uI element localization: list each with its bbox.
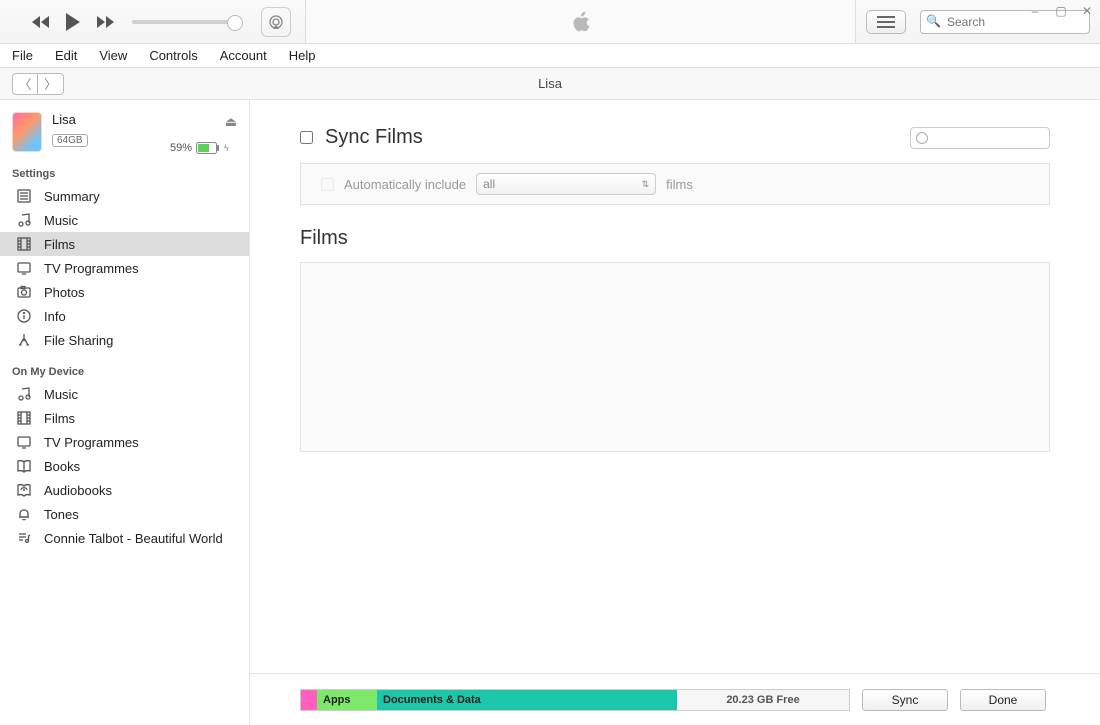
- window-close[interactable]: ✕: [1080, 4, 1094, 18]
- storage-seg-apps: Apps: [317, 690, 377, 710]
- book-icon: [16, 458, 32, 474]
- tv-icon: [16, 434, 32, 450]
- sidebar-item-label: File Sharing: [44, 333, 113, 348]
- auto-include-pre: Automatically include: [344, 177, 466, 192]
- storage-seg-other: [301, 690, 317, 710]
- films-list-box: [300, 262, 1050, 452]
- sidebar-item-label: Films: [44, 237, 75, 252]
- sidebar-item-label: Films: [44, 411, 75, 426]
- playlist-icon: [16, 530, 32, 546]
- sidebar-item-label: Summary: [44, 189, 100, 204]
- menu-edit[interactable]: Edit: [51, 46, 81, 65]
- sidebar-item-label: TV Programmes: [44, 261, 139, 276]
- sidebar-item-label: Connie Talbot - Beautiful World: [44, 531, 223, 546]
- main-pane: Sync Films Automatically include all ⇅ f…: [250, 100, 1100, 725]
- storage-seg-docs: Documents & Data: [377, 690, 677, 710]
- player-toolbar: 🔍 – ▢ ✕: [0, 0, 1100, 44]
- audiobook-icon: [16, 482, 32, 498]
- films-icon: [16, 236, 32, 252]
- nav-bar: 〈 〉 Lisa: [0, 68, 1100, 100]
- sidebar-settings-item-info[interactable]: Info: [0, 304, 249, 328]
- menu-controls[interactable]: Controls: [145, 46, 201, 65]
- sidebar: Lisa 64GB ⏏ 59% ϟ Settings Summary Music F…: [0, 100, 250, 725]
- next-button[interactable]: [94, 11, 116, 33]
- menu-help[interactable]: Help: [285, 46, 320, 65]
- window-controls: – ▢ ✕: [1028, 4, 1094, 18]
- auto-include-post: films: [666, 177, 693, 192]
- nav-title: Lisa: [538, 76, 562, 91]
- previous-button[interactable]: [30, 11, 52, 33]
- sidebar-settings-item-films[interactable]: Films: [0, 232, 249, 256]
- bottom-bar: Apps Documents & Data 20.23 GB Free Sync…: [250, 673, 1100, 725]
- sidebar-settings-item-music[interactable]: Music: [0, 208, 249, 232]
- device-thumbnail-icon: [12, 112, 42, 152]
- volume-slider[interactable]: [132, 20, 237, 24]
- nav-back-button[interactable]: 〈: [12, 73, 38, 95]
- sidebar-item-label: Audiobooks: [44, 483, 112, 498]
- sync-films-title: Sync Films: [325, 126, 423, 149]
- info-icon: [16, 308, 32, 324]
- auto-include-checkbox: [321, 178, 334, 191]
- camera-icon: [16, 284, 32, 300]
- done-button[interactable]: Done: [960, 689, 1046, 711]
- sidebar-item-label: Info: [44, 309, 66, 324]
- now-playing-panel: [305, 0, 856, 43]
- airplay-button[interactable]: [261, 7, 291, 37]
- sidebar-device-item-audiobooks[interactable]: Audiobooks: [0, 478, 249, 502]
- sidebar-device-item-tv-programmes[interactable]: TV Programmes: [0, 430, 249, 454]
- sidebar-device-item-tones[interactable]: Tones: [0, 502, 249, 526]
- films-search-input[interactable]: [910, 127, 1050, 149]
- device-name: Lisa: [52, 112, 215, 127]
- menu-bar: File Edit View Controls Account Help: [0, 44, 1100, 68]
- appstore-icon: [16, 332, 32, 348]
- sidebar-item-label: TV Programmes: [44, 435, 139, 450]
- play-button[interactable]: [62, 11, 84, 33]
- storage-seg-free: 20.23 GB Free: [677, 690, 849, 710]
- list-view-button[interactable]: [866, 10, 906, 34]
- window-maximize[interactable]: ▢: [1054, 4, 1068, 18]
- auto-include-bar: Automatically include all ⇅ films: [300, 163, 1050, 205]
- menu-account[interactable]: Account: [216, 46, 271, 65]
- device-capacity-badge: 64GB: [52, 134, 88, 147]
- sidebar-device-item-books[interactable]: Books: [0, 454, 249, 478]
- sidebar-settings-item-summary[interactable]: Summary: [0, 184, 249, 208]
- nav-forward-button[interactable]: 〉: [38, 73, 64, 95]
- chevron-updown-icon: ⇅: [642, 179, 650, 190]
- sync-films-checkbox[interactable]: [300, 131, 313, 144]
- films-heading: Films: [300, 227, 1050, 250]
- storage-bar[interactable]: Apps Documents & Data 20.23 GB Free: [300, 689, 850, 711]
- tv-icon: [16, 260, 32, 276]
- sidebar-device-item-films[interactable]: Films: [0, 406, 249, 430]
- music-icon: [16, 212, 32, 228]
- sidebar-header-device: On My Device: [0, 352, 249, 382]
- device-battery: 59% ϟ: [170, 142, 229, 154]
- sidebar-settings-item-file-sharing[interactable]: File Sharing: [0, 328, 249, 352]
- battery-percent: 59%: [170, 142, 192, 154]
- sidebar-device-item-music[interactable]: Music: [0, 382, 249, 406]
- sidebar-settings-item-photos[interactable]: Photos: [0, 280, 249, 304]
- sidebar-device-item-connie-talbot-beautiful-world[interactable]: Connie Talbot - Beautiful World: [0, 526, 249, 550]
- sidebar-item-label: Photos: [44, 285, 84, 300]
- summary-icon: [16, 188, 32, 204]
- auto-include-value: all: [483, 177, 495, 191]
- bell-icon: [16, 506, 32, 522]
- sidebar-settings-item-tv-programmes[interactable]: TV Programmes: [0, 256, 249, 280]
- auto-include-select[interactable]: all ⇅: [476, 173, 656, 195]
- sync-button[interactable]: Sync: [862, 689, 948, 711]
- sidebar-item-label: Tones: [44, 507, 79, 522]
- menu-view[interactable]: View: [95, 46, 131, 65]
- window-minimize[interactable]: –: [1028, 4, 1042, 18]
- films-icon: [16, 410, 32, 426]
- charging-icon: ϟ: [224, 143, 229, 153]
- sidebar-header-settings: Settings: [0, 154, 249, 184]
- sidebar-item-label: Music: [44, 387, 78, 402]
- sidebar-item-label: Music: [44, 213, 78, 228]
- menu-file[interactable]: File: [8, 46, 37, 65]
- sidebar-item-label: Books: [44, 459, 80, 474]
- battery-icon: [196, 142, 220, 154]
- music-icon: [16, 386, 32, 402]
- apple-logo-icon: [570, 9, 592, 35]
- eject-icon[interactable]: ⏏: [225, 114, 237, 130]
- search-icon: 🔍: [926, 14, 941, 28]
